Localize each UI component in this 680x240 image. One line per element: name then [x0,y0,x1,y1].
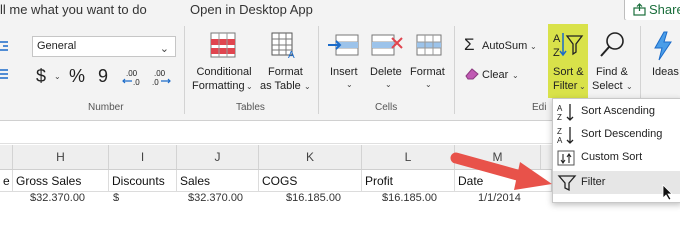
svg-text:.0: .0 [152,78,159,86]
format-label[interactable]: Format [410,66,445,78]
eraser-icon[interactable] [464,66,480,80]
share-label: Share [649,2,680,17]
percent-button[interactable]: % [69,66,85,87]
autosum-icon[interactable]: Σ [464,35,475,55]
chevron-down-icon[interactable]: ⌄ [530,42,537,51]
menu-item-custom-sort[interactable]: Custom Sort [553,146,680,169]
chevron-down-icon[interactable]: ⌄ [626,82,633,91]
currency-chevron-icon[interactable]: ⌄ [54,72,61,81]
svg-text:A: A [557,136,563,145]
autosum-label[interactable]: AutoSum [482,40,527,52]
insert-cells-icon[interactable] [326,32,360,60]
custom-sort-icon [557,150,575,166]
svg-text:.0: .0 [133,78,140,86]
table-cell[interactable]: COGS [259,170,362,192]
group-label-cells: Cells [375,102,398,113]
svg-text:A: A [553,33,561,45]
group-divider [184,26,185,114]
sort-filter-icon: A Z [553,33,584,59]
column-header[interactable]: H [13,145,109,169]
chevron-down-icon[interactable]: ⌄ [346,80,353,89]
open-in-desktop-app-link[interactable]: Open in Desktop App [190,2,313,17]
currency-button[interactable]: $ [36,66,46,87]
chevron-down-icon[interactable]: ⌄ [385,80,392,89]
group-label-editing: Edi [532,102,547,113]
sort-ascending-icon: A Z [557,104,574,122]
group-label-number: Number [88,102,124,113]
conditional-formatting-label-1[interactable]: Conditional [196,66,252,78]
share-button[interactable]: Share [624,0,680,21]
table-cell[interactable]: $16,185.00 [382,192,452,201]
sort-filter-menu: A Z Sort Ascending Z A Sort Descending C… [552,98,680,203]
share-icon [633,3,646,16]
table-cell[interactable]: Sales [177,170,259,192]
column-header[interactable]: L [362,145,455,169]
menu-item-label: Sort Ascending [581,105,655,117]
svg-text:Z: Z [557,127,562,136]
svg-text:Z: Z [553,47,560,59]
delete-cells-icon[interactable] [370,32,404,60]
sort-filter-label-2: Filter [553,80,578,92]
svg-text:.00: .00 [154,69,166,78]
find-select-label-2[interactable]: Select [592,80,623,92]
column-header[interactable]: K [259,145,362,169]
sort-filter-label-1: Sort & [553,66,584,78]
menu-item-sort-descending[interactable]: Z A Sort Descending [553,123,680,146]
magnifier-icon[interactable] [598,30,628,60]
chevron-down-icon[interactable]: ⌄ [246,82,253,91]
chevron-down-icon[interactable]: ⌄ [304,82,311,91]
annotation-arrow-icon [450,152,552,190]
lightning-icon[interactable] [652,30,674,62]
conditional-formatting-icon[interactable] [208,30,238,60]
menu-item-filter[interactable]: Filter [553,171,680,194]
tell-me-search[interactable]: ll me what you want to do [0,2,147,17]
group-divider [318,26,319,114]
svg-text:Z: Z [557,113,562,122]
number-format-value: General [37,40,77,52]
conditional-formatting-label-2[interactable]: Formatting [192,80,245,92]
table-cell[interactable]: Profit [362,170,455,192]
group-divider [454,26,455,114]
table-cell[interactable]: $16,185.00 [286,192,356,201]
indent-icon[interactable] [0,40,8,52]
delete-label[interactable]: Delete [370,66,402,78]
svg-text:A: A [288,50,295,60]
table-cell[interactable]: e [0,170,13,192]
ideas-label[interactable]: Ideas [652,66,679,78]
table-cell[interactable]: $ [113,192,133,201]
chevron-down-icon: ⌄ [579,82,586,91]
column-header[interactable]: J [177,145,259,169]
format-as-table-icon[interactable]: A [270,30,300,60]
find-select-label-1[interactable]: Find & [596,66,628,78]
table-cell[interactable]: $32,370.00 [188,192,258,201]
format-as-table-label-2[interactable]: as Table [260,80,301,92]
filter-icon [557,175,577,192]
table-cell[interactable]: Gross Sales [13,170,109,192]
decrease-decimal-icon[interactable]: .00 .0 [150,68,172,86]
insert-label[interactable]: Insert [330,66,358,78]
table-cell[interactable]: $32,370.00 [30,192,100,201]
column-header-g[interactable] [0,145,13,169]
align-icon[interactable] [0,68,8,80]
chevron-down-icon[interactable]: ⌄ [512,71,519,80]
sort-descending-icon: Z A [557,127,574,145]
column-header[interactable]: I [109,145,177,169]
menu-item-label: Sort Descending [581,128,663,140]
menu-item-label: Custom Sort [581,151,643,163]
chevron-down-icon: ⌄ [159,43,169,55]
menu-item-label: Filter [581,176,606,188]
format-as-table-label-1[interactable]: Format [268,66,303,78]
format-cells-icon[interactable] [414,32,444,60]
group-label-tables: Tables [236,102,265,113]
menu-item-sort-ascending[interactable]: A Z Sort Ascending [553,100,680,123]
comma-style-button[interactable]: 9 [98,66,108,87]
table-cell[interactable]: Discounts [109,170,177,192]
increase-decimal-icon[interactable]: .00 .0 [122,68,144,86]
svg-text:A: A [557,104,563,113]
chevron-down-icon[interactable]: ⌄ [425,80,432,89]
svg-text:.00: .00 [126,69,138,78]
number-format-dropdown[interactable]: General ⌄ [32,36,176,57]
mouse-cursor-icon [662,184,673,201]
clear-label[interactable]: Clear [482,69,508,81]
